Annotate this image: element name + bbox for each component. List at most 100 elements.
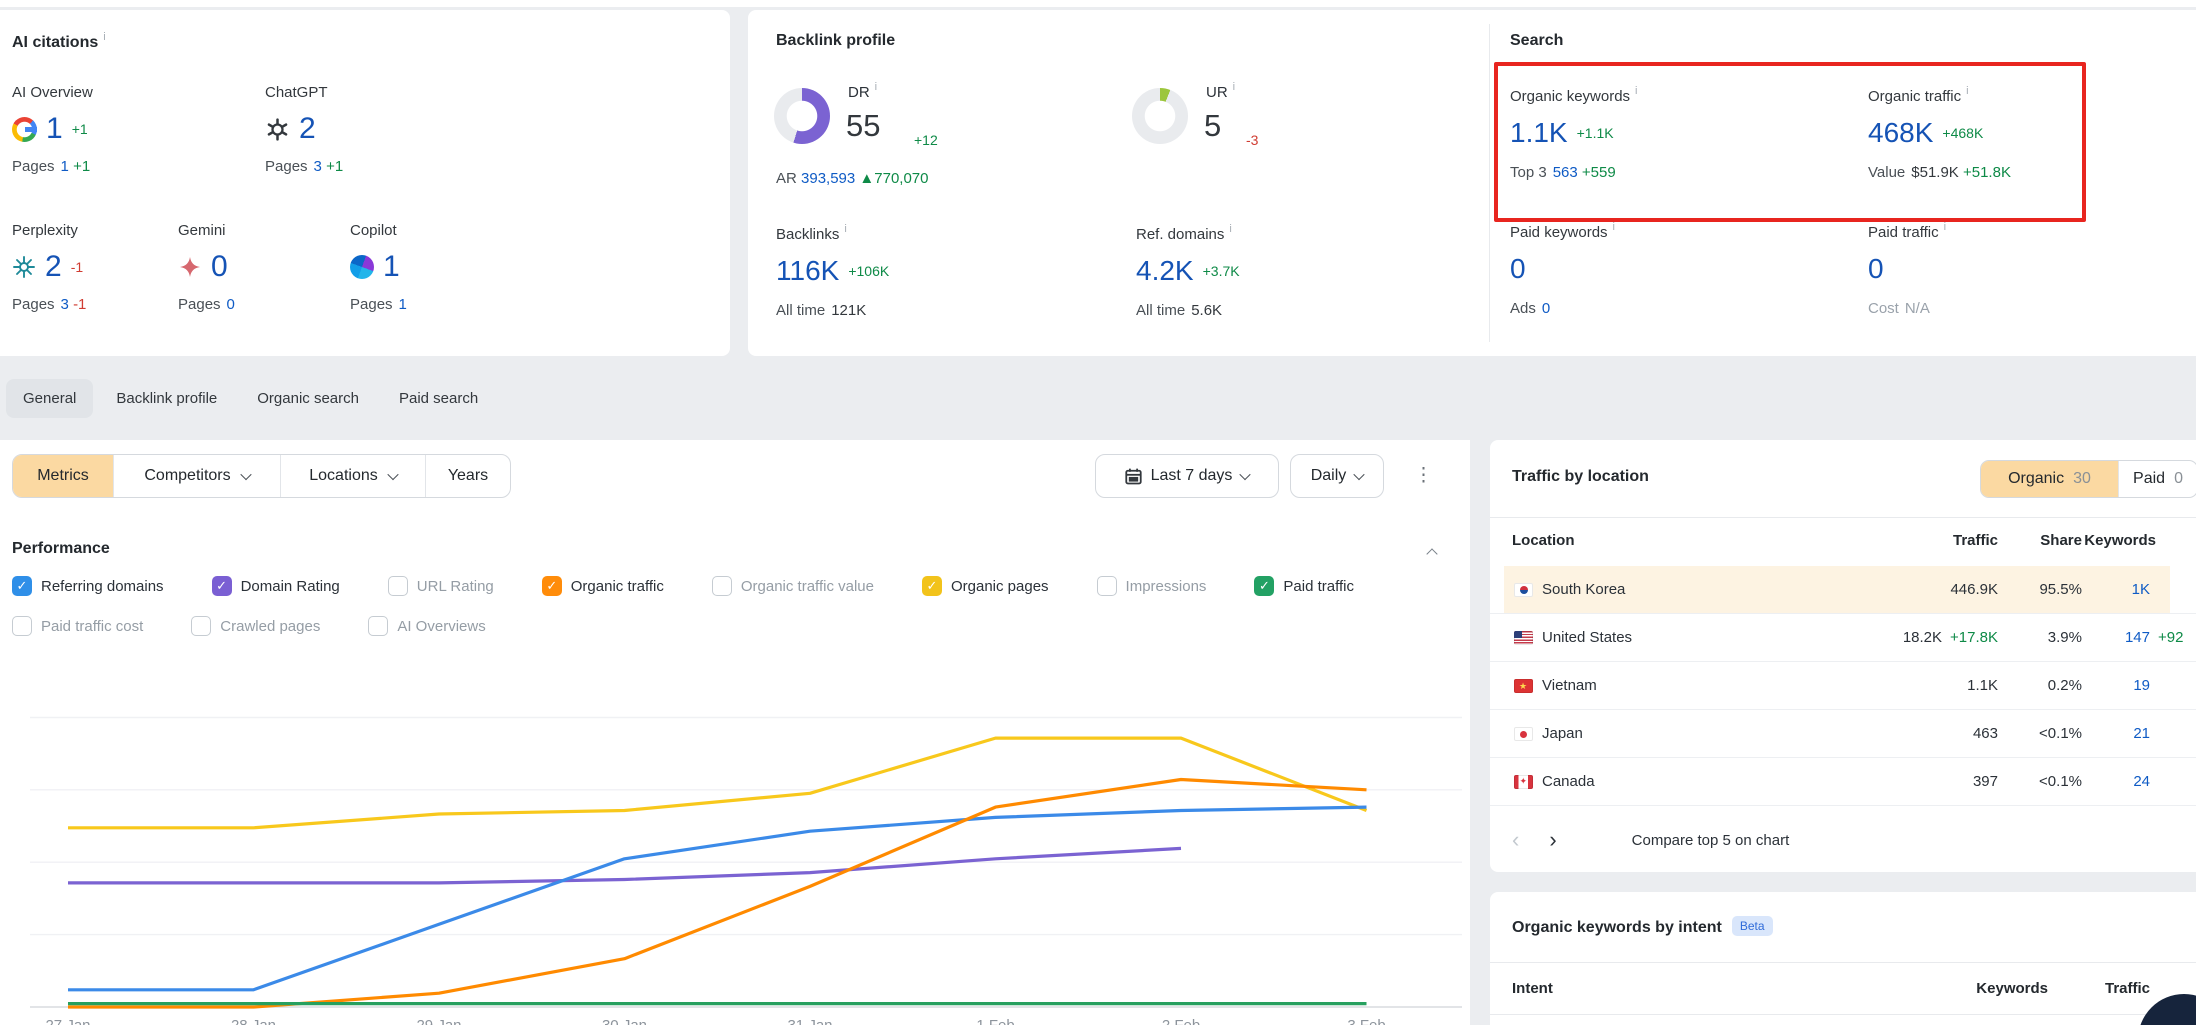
svg-text:3 Feb: 3 Feb [1347,1017,1385,1025]
traffic-cell: 1.1K [1967,677,1998,694]
gemini-icon [178,255,202,279]
checkbox-paid-traffic-cost[interactable]: Paid traffic cost [12,616,143,636]
metric-checkbox-row-1: ✓Referring domains ✓Domain Rating URL Rati… [12,576,1354,596]
location-row-canada[interactable]: Canada397<0.1%24 [1490,758,2196,806]
toggle-paid[interactable]: Paid0 [2119,461,2196,497]
checkbox-organic-pages[interactable]: ✓Organic pages [922,576,1049,596]
checkbox-domain-rating[interactable]: ✓Domain Rating [212,576,340,596]
ref-domains-value[interactable]: 4.2K [1136,255,1194,287]
unchecked-checkbox-icon [191,616,211,636]
beta-badge: Beta [1732,916,1773,936]
info-icon[interactable] [844,224,846,234]
pages-link[interactable]: 0 [227,296,235,313]
search-title: Search [1510,32,1563,49]
paid-traffic-value[interactable]: 0 [1868,253,1884,285]
keywords-link[interactable]: 147+92 [2125,629,2150,646]
info-icon[interactable] [1233,82,1235,92]
location-row-south-korea[interactable]: South Korea446.9K95.5%1K [1490,566,2196,614]
pages-link[interactable]: 3 [61,296,69,313]
google-icon [12,117,37,142]
unchecked-checkbox-icon [368,616,388,636]
ahrefs-rank-link[interactable]: 393,593 [801,170,855,187]
pages-link[interactable]: 3 [314,158,322,175]
next-page-icon[interactable]: › [1549,830,1556,850]
info-icon[interactable] [1613,222,1615,232]
paid-traffic-metric: Paid traffic 0 CostN/A [1868,222,1946,317]
pages-link[interactable]: 1 [399,296,407,313]
kebab-menu-icon[interactable]: ⋮ [1414,464,1433,487]
checked-checkbox-icon: ✓ [542,576,562,596]
toggle-organic[interactable]: Organic30 [1981,461,2119,497]
ahrefs-overview-dashboard: AI citations AI Overview1+1Pages1 +1Chat… [0,0,2196,1025]
dr-value: 55 [846,108,880,144]
pages-link[interactable]: 1 [61,158,69,175]
collapse-chevron-icon[interactable] [1426,548,1437,559]
traffic-cell: 18.2K+17.8K [1903,629,1998,646]
date-range-button[interactable]: Last 7 days [1095,454,1279,498]
info-icon[interactable] [1229,224,1231,234]
tab-paid-search[interactable]: Paid search [382,379,495,418]
compare-top5-label[interactable]: Compare top 5 on chart [1632,832,1790,849]
perplexity-icon [12,255,36,279]
share-cell: 95.5% [2039,581,2082,598]
checkbox-paid-traffic[interactable]: ✓Paid traffic [1254,576,1354,596]
keywords-link[interactable]: 21 [2133,725,2150,742]
checkbox-url-rating[interactable]: URL Rating [388,576,494,596]
keywords-by-intent-card: Organic keywords by intentBeta Intent Ke… [1490,892,2196,1025]
keywords-link[interactable]: 24 [2133,773,2150,790]
checked-checkbox-icon: ✓ [12,576,32,596]
traffic-cell: 446.9K [1950,581,1998,598]
ur-delta: -3 [1246,132,1258,148]
unchecked-checkbox-icon [388,576,408,596]
chevron-down-icon [1240,469,1251,480]
ads-link[interactable]: 0 [1542,300,1550,317]
checkbox-organic-traffic-value[interactable]: Organic traffic value [712,576,874,596]
info-icon[interactable] [875,82,877,92]
ai-citation-tile-gemini: Gemini0Pages0 [178,222,350,313]
info-icon[interactable] [103,32,105,42]
years-filter-button[interactable]: Years [426,455,510,497]
traffic-cell: 397 [1973,773,1998,790]
location-row-united-states[interactable]: United States18.2K+17.8K3.9%147+92 [1490,614,2196,662]
url-rating-donut [1132,88,1188,144]
checkbox-referring-domains[interactable]: ✓Referring domains [12,576,164,596]
keywords-link[interactable]: 19 [2133,677,2150,694]
metrics-filter-button[interactable]: Metrics [13,455,114,497]
svg-text:31 Jan: 31 Jan [787,1017,832,1025]
location-row-vietnam[interactable]: Vietnam1.1K0.2%19 [1490,662,2196,710]
performance-chart-area[interactable]: 27 Jan28 Jan29 Jan30 Jan31 Jan1 Feb2 Feb… [0,648,1470,1025]
checkbox-ai-overviews[interactable]: AI Overviews [368,616,485,636]
unchecked-checkbox-icon [1097,576,1117,596]
svg-text:28 Jan: 28 Jan [231,1017,276,1025]
organic-paid-toggle: Organic30 Paid0 [1980,460,2196,498]
checkbox-impressions[interactable]: Impressions [1097,576,1207,596]
ai-citation-tile-chatgpt: ChatGPT2Pages3 +1 [265,84,518,175]
traffic-by-location-card: Traffic by location Organic30 Paid0 Loca… [1490,440,2196,872]
granularity-button[interactable]: Daily [1290,454,1384,498]
checkbox-crawled-pages[interactable]: Crawled pages [191,616,320,636]
competitors-filter-button[interactable]: Competitors [114,455,281,497]
checkbox-organic-traffic[interactable]: ✓Organic traffic [542,576,664,596]
ai-citation-tile-ai-overview: AI Overview1+1Pages1 +1 [12,84,265,175]
paid-keywords-value[interactable]: 0 [1510,253,1526,285]
vn-flag-icon [1514,679,1533,693]
share-cell: 0.2% [2048,677,2082,694]
keywords-link[interactable]: 1K [2132,581,2150,598]
checked-checkbox-icon: ✓ [212,576,232,596]
location-row-japan[interactable]: Japan463<0.1%21 [1490,710,2196,758]
section-divider [1489,24,1490,342]
prev-page-icon[interactable]: ‹ [1512,830,1519,850]
backlinks-value[interactable]: 116K [776,255,839,287]
info-icon[interactable] [1944,222,1946,232]
tab-organic-search[interactable]: Organic search [240,379,376,418]
tab-general[interactable]: General [6,379,93,418]
checked-checkbox-icon: ✓ [1254,576,1274,596]
tab-backlink-profile[interactable]: Backlink profile [99,379,234,418]
locations-filter-button[interactable]: Locations [281,455,426,497]
chevron-down-icon [1354,469,1365,480]
ai-citation-tile-perplexity: Perplexity2-1Pages3 -1 [12,222,178,313]
ur-value: 5 [1204,108,1221,144]
dr-delta: +12 [914,132,938,148]
svg-text:2 Feb: 2 Feb [1162,1017,1200,1025]
dr-label: DR [848,82,877,101]
